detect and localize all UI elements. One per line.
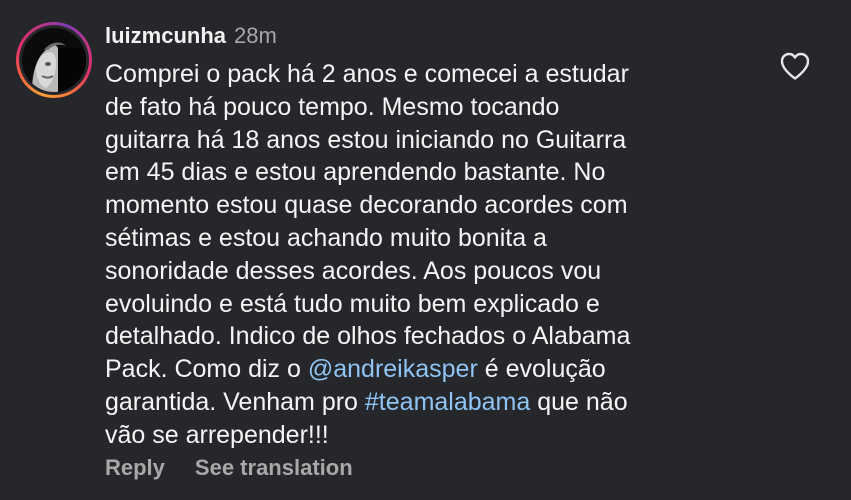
username[interactable]: luizmcunha	[105, 23, 226, 48]
avatar[interactable]	[22, 28, 86, 92]
comment-header: luizmcunha 28m	[105, 22, 277, 50]
user-mention-link[interactable]: @andreikasper	[308, 355, 478, 383]
comment-line: garantida. Venham pro	[105, 387, 365, 416]
like-button[interactable]	[779, 51, 811, 81]
comment-line: momento estou quase decorando acordes co…	[105, 191, 628, 220]
comment-line: evoluindo e está tudo muito bem explicad…	[105, 289, 600, 318]
comment-line: em 45 dias e estou aprendendo bastante. …	[105, 158, 606, 187]
heart-outline-icon	[780, 52, 810, 80]
avatar-photo	[22, 28, 86, 92]
comment-line: que não	[530, 387, 628, 416]
see-translation-button[interactable]: See translation	[195, 455, 353, 480]
avatar-story-ring[interactable]	[16, 22, 92, 98]
comment-item: luizmcunha 28m Comprei o pack há 2 anos e…	[0, 0, 851, 500]
comment-line: guitarra há 18 anos estou iniciando no G…	[105, 125, 627, 154]
comment-actions: Reply See translation	[105, 454, 353, 482]
comment-line: Pack. Como diz o	[105, 355, 308, 384]
comment-line: de fato há pouco tempo. Mesmo tocando	[105, 92, 560, 121]
comment-line: detalhado. Indico de olhos fechados o Al…	[105, 322, 631, 351]
reply-button[interactable]: Reply	[105, 455, 165, 480]
comment-line: sonoridade desses acordes. Aos poucos vo…	[105, 256, 602, 285]
hashtag-link[interactable]: #teamalabama	[365, 388, 530, 416]
comment-line: vão se arrepender!!!	[105, 420, 329, 449]
comment-text: Comprei o pack há 2 anos e comecei a est…	[105, 58, 745, 452]
comment-line: sétimas e estou achando muito bonita a	[105, 223, 547, 252]
timestamp: 28m	[234, 23, 277, 48]
comment-line: é evolução	[477, 355, 606, 384]
comment-line: Comprei o pack há 2 anos e comecei a est…	[105, 60, 629, 88]
